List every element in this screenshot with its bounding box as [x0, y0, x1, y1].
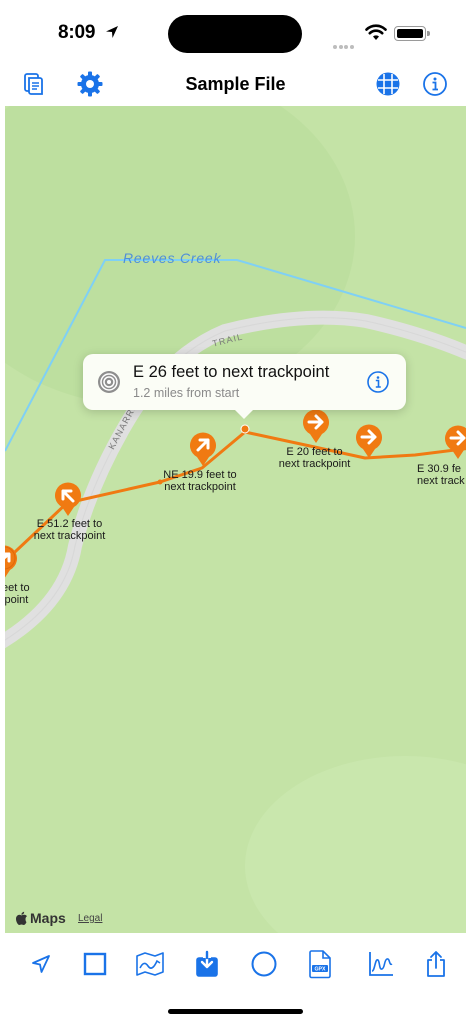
target-icon	[98, 371, 120, 393]
maps-attribution-text: Maps	[30, 910, 66, 926]
apple-logo-icon	[16, 911, 27, 925]
arrow-pin-icon	[55, 482, 81, 516]
chart-icon	[369, 952, 393, 976]
import-button[interactable]	[190, 947, 224, 981]
info-icon	[423, 72, 447, 96]
bottom-toolbar: GPX	[0, 933, 471, 997]
waypoint-label: E 30.9 fe next track	[417, 463, 465, 487]
waypoint-marker[interactable]	[53, 481, 83, 522]
callout-title: E 26 feet to next trackpoint	[133, 363, 330, 381]
navigation-bar: Sample File	[0, 62, 471, 106]
arrow-pin-icon	[303, 409, 329, 443]
location-services-icon	[106, 26, 118, 38]
share-button[interactable]	[419, 947, 453, 981]
waypoint-label: NE 19.9 feet to next trackpoint	[163, 469, 237, 493]
waypoint-label: E 51.2 feet to next trackpoint	[33, 518, 106, 542]
gpx-file-icon: GPX	[309, 950, 331, 979]
map-type-button[interactable]	[133, 947, 167, 981]
creek-label: Reeves Creek	[123, 250, 222, 266]
grid-button[interactable]	[371, 67, 405, 101]
selected-trackpoint	[240, 424, 250, 434]
share-icon	[427, 951, 445, 977]
waypoint-marker[interactable]	[188, 431, 218, 472]
legal-link[interactable]: Legal	[78, 913, 102, 924]
location-arrow-icon	[32, 955, 50, 973]
gpx-export-button[interactable]: GPX	[303, 947, 337, 981]
wifi-icon	[365, 24, 387, 40]
waypoint-label: feet to kpoint	[5, 582, 30, 606]
waypoint-marker[interactable]	[354, 423, 384, 464]
current-location-button[interactable]	[24, 947, 58, 981]
waypoint-label: E 20 feet to next trackpoint	[278, 446, 351, 470]
stop-button[interactable]	[78, 947, 112, 981]
record-button[interactable]	[247, 947, 281, 981]
status-time: 8:09	[58, 22, 96, 43]
waypoint-marker[interactable]	[5, 544, 19, 585]
waypoint-marker[interactable]	[301, 408, 331, 449]
battery-icon	[394, 26, 430, 41]
home-indicator[interactable]	[168, 1009, 303, 1014]
waypoint-marker[interactable]	[443, 424, 466, 465]
callout-subtitle: 1.2 miles from start	[133, 386, 240, 400]
grid-globe-icon	[376, 72, 400, 96]
arrow-pin-icon	[5, 545, 17, 578]
gpx-badge: GPX	[315, 967, 326, 973]
arrow-pin-icon	[356, 424, 382, 458]
circle-icon	[251, 951, 277, 977]
elevation-chart-button[interactable]	[364, 947, 398, 981]
status-bar: 8:09	[0, 0, 471, 62]
stop-icon	[83, 952, 107, 976]
map-icon	[136, 952, 164, 976]
info-button[interactable]	[418, 67, 452, 101]
maps-attribution: Maps	[15, 910, 66, 926]
map-view[interactable]: Reeves Creek TRAIL KANARR feet to kpoint…	[5, 106, 466, 933]
callout-info-button[interactable]	[366, 370, 390, 394]
arrow-pin-icon	[445, 425, 466, 459]
cellular-signal-icon	[333, 36, 355, 54]
callout-tail	[233, 408, 255, 419]
dynamic-island	[168, 15, 302, 53]
import-icon	[196, 950, 218, 977]
trackpoint-callout[interactable]: E 26 feet to next trackpoint 1.2 miles f…	[83, 354, 406, 419]
arrow-pin-icon	[190, 432, 216, 466]
